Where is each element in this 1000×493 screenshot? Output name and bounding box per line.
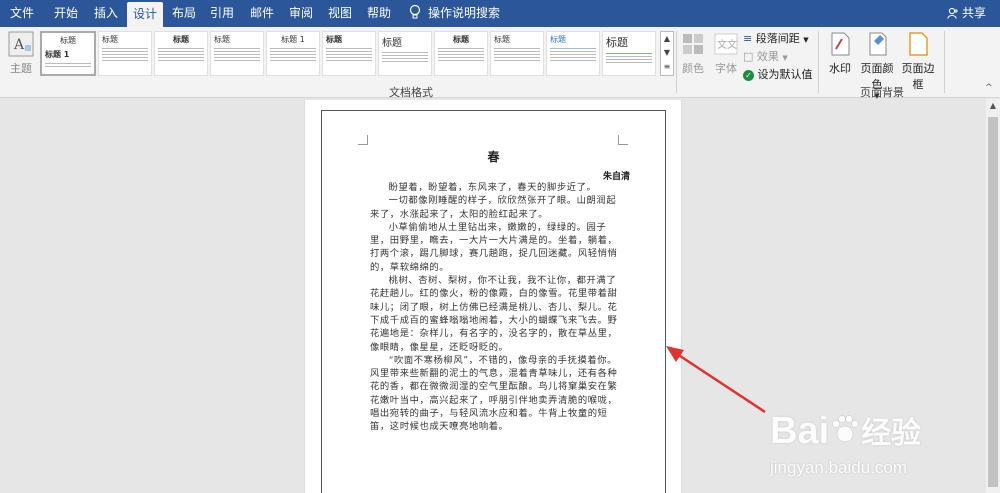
tab-design[interactable]: 设计 [127,2,163,27]
page-borders-icon [909,32,928,56]
dropdown-caret-icon: ▼ [782,54,788,62]
style-thumb-title: 标题 1 [281,35,305,44]
watermark-button[interactable]: 水印 [826,31,854,76]
style-set-8[interactable]: 标题 [434,31,488,76]
design-ribbon: A 主题 标题 标题 1 标题 标题 标题 标题 1 标题 标题 标题 标题 标… [0,27,1000,100]
svg-text:文文: 文文 [717,38,737,51]
style-set-11[interactable]: 标题 [602,31,656,76]
style-thumb-title: 标题 [214,35,230,44]
tab-insert[interactable]: 插入 [87,0,125,27]
style-gallery-scroll[interactable]: ▲ ▼ ≡ [660,31,674,76]
paw-icon [832,415,859,443]
colors-label: 颜色 [682,62,704,75]
page-color-icon [869,32,887,56]
watermark-label: 水印 [829,62,851,75]
lightbulb-icon [409,4,421,19]
document-body[interactable]: 盼望着，盼望着，东风来了，春天的脚步近了。 一切都像刚睡醒的样子，欣欣然张开了眼… [370,181,626,434]
style-set-6[interactable]: 标题 [322,31,376,76]
dropdown-caret-icon: ▼ [803,36,809,44]
tab-view[interactable]: 视图 [322,0,358,27]
style-thumb-title: 标题 [494,35,510,44]
style-thumb-title: 标题 [382,38,402,49]
tab-file[interactable]: 文件 [4,0,40,27]
effects-label: 效果 [756,50,779,63]
tab-references[interactable]: 引用 [204,0,240,27]
baidu-jingyan-watermark: Bai 经验 jingyan.baidu.com [770,408,1000,493]
tab-layout[interactable]: 布局 [166,0,202,27]
style-thumb-title: 标题 [60,36,76,45]
person-icon [947,7,958,19]
set-default-label: 设为默认值 [757,68,813,81]
style-set-2[interactable]: 标题 [98,31,152,76]
effects-button[interactable]: □ 效果 ▼ [743,48,788,64]
paragraph: 桃树、杏树、梨树，你不让我，我不让你，都开满了花赶趟儿。红的像火，粉的像霞，白的… [370,275,618,353]
crop-mark [358,135,368,145]
page-background-group-label: 页面背景 [860,86,904,99]
set-default-button[interactable]: ✓ 设为默认值 [743,66,813,82]
paragraph-spacing-icon: ≡ [743,32,753,45]
watermark-url: jingyan.baidu.com [770,458,908,477]
style-thumb-title: 标题 [102,35,118,44]
style-set-5[interactable]: 标题 1 [266,31,320,76]
ribbon-tab-bar: 文件 开始 插入 设计 布局 引用 邮件 审阅 视图 帮助 操作说明搜索 共享 [0,0,1000,27]
style-thumb-title: 标题 [606,36,628,49]
paragraph: 小草偷偷地从土里钻出来，嫩嫩的，绿绿的。园子里，田野里，瞧去，一大片一大片满是的… [370,221,618,273]
paragraph: 盼望着，盼望着，东风来了，春天的脚步近了。 [388,182,597,193]
svg-text:A: A [13,37,25,53]
themes-button[interactable]: A 主题 [6,31,36,76]
watermark-brand-cn: 经验 [861,416,922,451]
style-set-9[interactable]: 标题 [490,31,544,76]
style-set-1[interactable]: 标题 标题 1 [40,31,96,76]
page-borders-label: 页面边框 [901,62,935,91]
document-title: 春 [487,150,500,164]
scroll-up-icon[interactable]: ▲ [986,99,1000,113]
collapse-ribbon-icon[interactable]: ^ [985,83,993,93]
paragraph: 一切都像刚睡醒的样子，欣欣然张开了眼。山朗润起来了，水涨起来了，太阳的脸红起来了… [370,195,617,220]
tell-me-label: 操作说明搜索 [428,6,501,20]
share-button[interactable]: 共享 [947,0,986,27]
tab-home[interactable]: 开始 [47,0,85,27]
themes-icon: A [8,31,34,57]
tab-mailings[interactable]: 邮件 [244,0,280,27]
chevron-up-icon[interactable]: ▲ [661,32,673,46]
tab-review[interactable]: 审阅 [283,0,319,27]
watermark-icon [831,32,850,56]
style-thumb-title: 标题 [326,35,342,44]
style-set-4[interactable]: 标题 [210,31,264,76]
tell-me-search[interactable]: 操作说明搜索 [408,0,500,27]
style-set-3[interactable]: 标题 [154,31,208,76]
crop-mark [618,135,628,145]
effects-icon: □ [743,50,754,63]
style-set-7[interactable]: 标题 [378,31,432,76]
check-circle-icon: ✓ [743,70,754,81]
fonts-label: 字体 [715,62,737,75]
style-thumb-title: 标题 [453,35,469,44]
style-thumb-title: 标题 [173,35,189,44]
share-label: 共享 [961,6,986,20]
watermark-brand: Bai [770,410,830,452]
fonts-icon: 文文 [714,33,738,55]
page-borders-button[interactable]: 页面边框 [898,31,938,92]
annotation-arrow-icon [666,346,766,414]
fonts-button[interactable]: 文文 字体 [711,31,741,76]
doc-format-group-label: 文档格式 [389,86,433,99]
paragraph-spacing-label: 段落间距 [755,32,800,45]
style-thumb-title: 标题 [550,35,566,44]
paragraph-spacing-button[interactable]: ≡ 段落间距 ▼ [743,30,809,46]
themes-label: 主题 [10,62,32,75]
chevron-down-icon[interactable]: ▼ [661,46,673,60]
style-set-10[interactable]: 标题 [546,31,600,76]
style-thumb-heading: 标题 1 [45,50,70,59]
more-styles-icon[interactable]: ≡ [661,60,673,74]
colors-button[interactable]: 颜色 [678,31,708,76]
tab-help[interactable]: 帮助 [361,0,397,27]
color-palette-icon [683,34,703,54]
paragraph: “吹面不寒杨柳风”，不错的，像母亲的手抚摸着你。风里带来些新翻的泥土的气息，混着… [370,354,618,433]
